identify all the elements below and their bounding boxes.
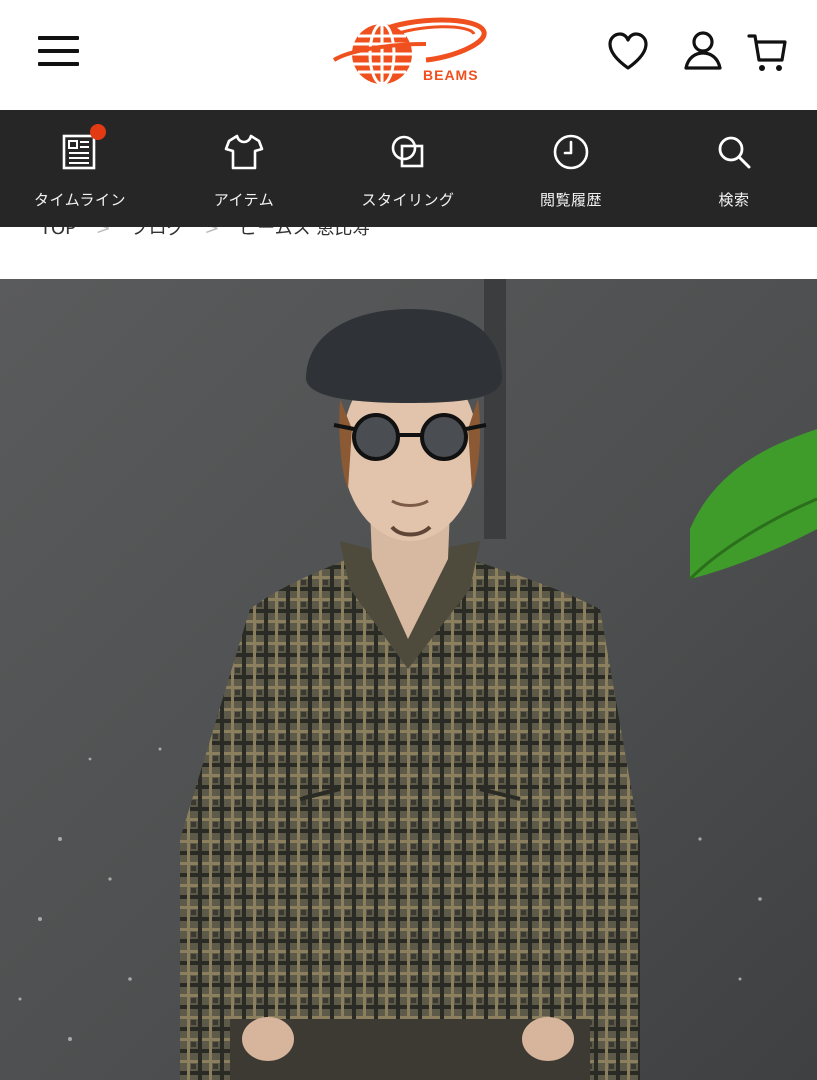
favorites-button[interactable] bbox=[606, 28, 650, 76]
nav-label: タイムライン bbox=[34, 191, 126, 209]
nav-item-search[interactable]: 検索 bbox=[664, 110, 804, 227]
notification-badge bbox=[90, 124, 106, 140]
nav-item-history[interactable]: 閲覧履歴 bbox=[501, 110, 641, 227]
menu-icon-bar bbox=[38, 49, 79, 53]
nav-item-styling[interactable]: スタイリング bbox=[338, 110, 478, 227]
menu-icon bbox=[38, 36, 79, 40]
heart-icon bbox=[608, 32, 648, 70]
nav-label: 閲覧履歴 bbox=[539, 191, 602, 209]
nav-label: スタイリング bbox=[361, 191, 455, 209]
search-icon bbox=[718, 136, 751, 169]
menu-button[interactable] bbox=[38, 36, 80, 68]
beams-logo[interactable]: BEAMS bbox=[330, 14, 490, 90]
styling-icon bbox=[391, 135, 424, 168]
account-button[interactable] bbox=[681, 28, 725, 76]
user-icon bbox=[684, 31, 722, 70]
menu-icon-bar bbox=[38, 62, 79, 66]
svg-text:BEAMS: BEAMS bbox=[423, 67, 479, 83]
nav-label: アイテム bbox=[213, 191, 275, 209]
clock-icon bbox=[553, 134, 589, 170]
styling-photo-image bbox=[0, 279, 817, 1080]
tshirt-icon bbox=[224, 134, 264, 170]
cart-icon bbox=[747, 34, 787, 71]
main-nav: タイムライン アイテム スタイリング 閲覧履歴 検索 bbox=[0, 110, 817, 227]
styling-photo bbox=[0, 279, 817, 1080]
nav-label: 検索 bbox=[718, 191, 750, 209]
nav-item-items[interactable]: アイテム bbox=[174, 110, 314, 227]
beams-globe-icon: BEAMS bbox=[332, 17, 487, 86]
site-header: BEAMS bbox=[0, 0, 817, 110]
nav-item-timeline[interactable]: タイムライン bbox=[10, 110, 150, 227]
cart-button[interactable] bbox=[746, 28, 790, 76]
